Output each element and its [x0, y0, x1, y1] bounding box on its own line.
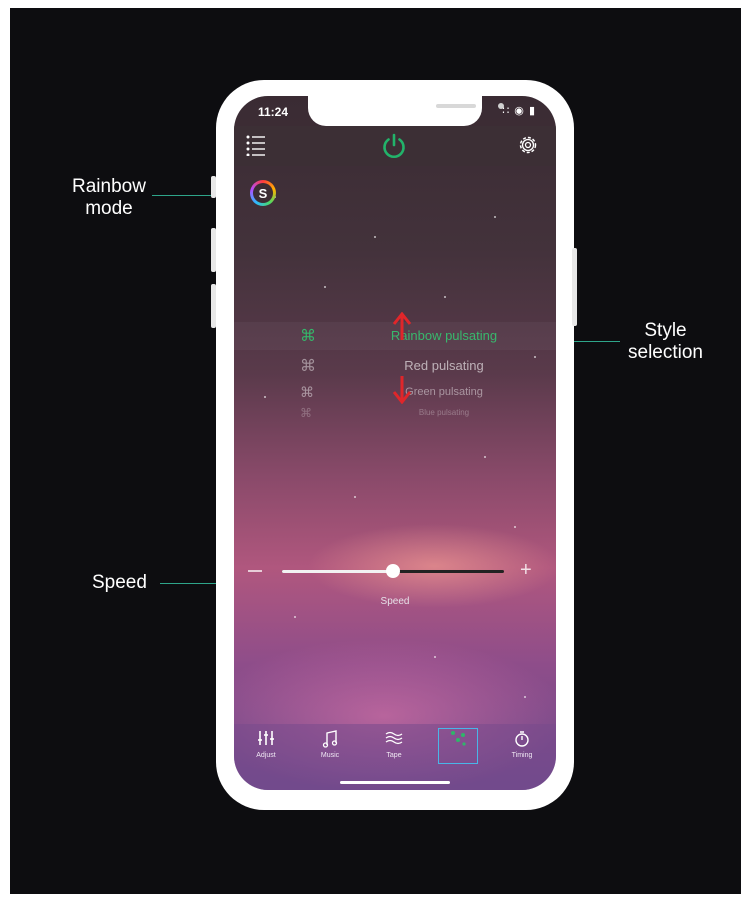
tab-label: Adjust: [256, 752, 276, 759]
star: [444, 296, 446, 298]
top-bar: [234, 126, 556, 166]
scroll-up-arrow-icon: [392, 312, 412, 340]
style-label: Rainbow pulsating: [390, 328, 498, 343]
tab-tape[interactable]: Tape: [368, 730, 420, 770]
phone-side-button: [572, 248, 577, 326]
waves-icon: [368, 730, 420, 752]
phone-side-button: [211, 176, 216, 198]
rainbow-mode-button[interactable]: S: [250, 180, 276, 206]
style-label: Blue pulsating: [418, 408, 470, 417]
speed-slider[interactable]: [282, 564, 504, 578]
star: [524, 696, 526, 698]
star: [374, 236, 376, 238]
phone-side-button: [211, 284, 216, 328]
tab-label: Timing: [511, 752, 533, 759]
tab-mode[interactable]: [438, 728, 478, 764]
tab-adjust[interactable]: Adjust: [240, 730, 292, 770]
star: [494, 216, 496, 218]
tab-timing[interactable]: Timing: [496, 730, 548, 770]
power-icon[interactable]: [380, 132, 408, 165]
speed-decrease-button[interactable]: [248, 570, 262, 572]
style-icon: ⌘: [300, 328, 316, 345]
tab-music[interactable]: Music: [304, 730, 356, 770]
gear-icon[interactable]: [516, 133, 540, 162]
annotation-style-selection: Style selection: [628, 320, 703, 363]
star: [294, 616, 296, 618]
style-icon: ⌘: [300, 406, 312, 420]
style-label: Green pulsating: [405, 386, 483, 398]
tab-label: Music: [320, 752, 340, 759]
speed-label: Speed: [380, 596, 410, 607]
style-item-blue-pulsating[interactable]: ⌘ Blue pulsating: [234, 402, 556, 430]
style-icon: ⌘: [300, 384, 314, 400]
phone-side-button: [211, 228, 216, 272]
notch: [308, 96, 504, 126]
mode-icon: [439, 729, 477, 751]
star: [514, 526, 516, 528]
speed-slider-fill: [282, 570, 393, 573]
list-menu-icon[interactable]: [246, 134, 266, 161]
phone-screen: 11:24 ∷ ◉ ▮ S ⌘ Rainbow pulsating ⌘ Red …: [234, 96, 556, 790]
style-label: Red pulsating: [404, 358, 484, 373]
speaker: [436, 104, 476, 108]
style-icon: ⌘: [300, 358, 316, 375]
timer-icon: [496, 730, 548, 752]
status-icons: ∷ ◉ ▮: [502, 105, 536, 117]
scroll-down-arrow-icon: [392, 376, 412, 404]
star: [324, 286, 326, 288]
music-note-icon: [304, 730, 356, 752]
tab-label: Tape: [386, 752, 402, 759]
annotation-speed: Speed: [92, 572, 147, 593]
star: [484, 456, 486, 458]
annotation-rainbow-mode: Rainbow mode: [72, 176, 146, 219]
home-indicator: [340, 781, 450, 784]
star: [354, 496, 356, 498]
speed-slider-knob[interactable]: [386, 564, 400, 578]
rainbow-mode-letter: S: [253, 183, 273, 203]
star: [434, 656, 436, 658]
speed-increase-button[interactable]: +: [520, 559, 532, 582]
sliders-icon: [240, 730, 292, 752]
status-time: 11:24: [258, 105, 289, 119]
